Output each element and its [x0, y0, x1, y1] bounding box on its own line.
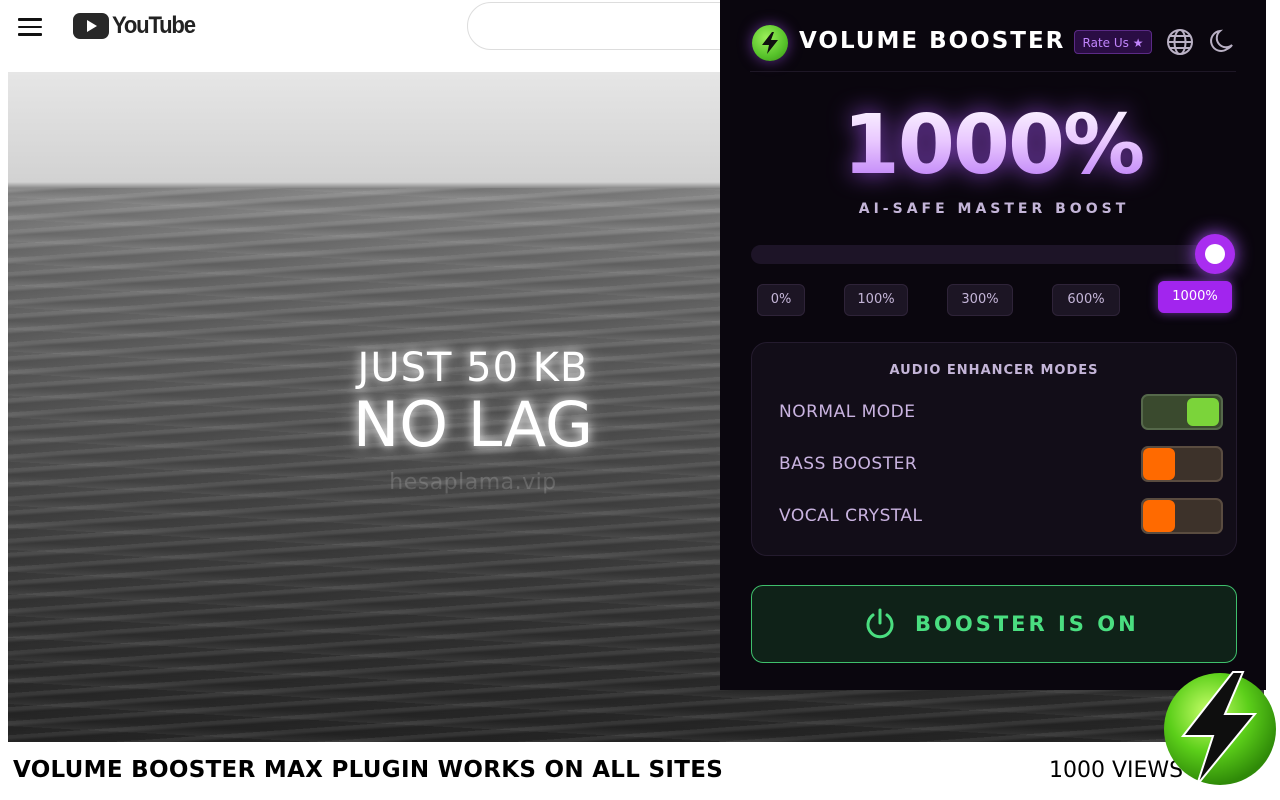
header-divider: [750, 71, 1236, 72]
preset-0[interactable]: 0%: [757, 284, 805, 316]
popup-header: VOLUME BOOSTER Rate Us ★: [720, 0, 1266, 72]
boost-slider-thumb[interactable]: [1195, 234, 1235, 274]
app-title: VOLUME BOOSTER: [799, 28, 1066, 54]
audio-modes-card: AUDIO ENHANCER MODES NORMAL MODE BASS BO…: [751, 342, 1237, 556]
moon-icon[interactable]: [1207, 27, 1237, 57]
power-icon: [862, 606, 898, 646]
lightning-bolt-icon: [752, 25, 788, 61]
mode-label-bass: BASS BOOSTER: [779, 454, 918, 474]
menu-icon[interactable]: [18, 16, 42, 38]
globe-icon[interactable]: [1165, 27, 1195, 57]
toggle-bass-booster[interactable]: [1141, 446, 1223, 482]
preset-300[interactable]: 300%: [947, 284, 1013, 316]
boost-slider-track[interactable]: [751, 245, 1235, 264]
rate-us-button[interactable]: Rate Us ★: [1074, 30, 1152, 54]
volume-booster-popup: VOLUME BOOSTER Rate Us ★ 1000% AI-SAFE M…: [720, 0, 1266, 690]
youtube-play-icon: [73, 13, 109, 39]
boost-subtitle: AI-SAFE MASTER BOOST: [858, 201, 1130, 217]
toggle-vocal-crystal[interactable]: [1141, 498, 1223, 534]
booster-power-button[interactable]: BOOSTER IS ON: [751, 585, 1237, 663]
preset-100[interactable]: 100%: [844, 284, 908, 316]
lightning-badge-icon: [1163, 670, 1278, 786]
youtube-logo[interactable]: YouTube: [73, 12, 202, 40]
boost-percentage: 1000%: [720, 98, 1266, 193]
youtube-logo-text: YouTube: [112, 12, 196, 39]
mode-label-vocal: VOCAL CRYSTAL: [779, 506, 923, 526]
toggle-normal-mode[interactable]: [1141, 394, 1223, 430]
video-title: VOLUME BOOSTER MAX PLUGIN WORKS ON ALL S…: [13, 757, 724, 783]
modes-title: AUDIO ENHANCER MODES: [889, 363, 1099, 378]
mode-label-normal: NORMAL MODE: [779, 402, 916, 422]
power-button-label: BOOSTER IS ON: [915, 612, 1139, 636]
preset-600[interactable]: 600%: [1052, 284, 1120, 316]
preset-1000[interactable]: 1000%: [1158, 281, 1232, 313]
